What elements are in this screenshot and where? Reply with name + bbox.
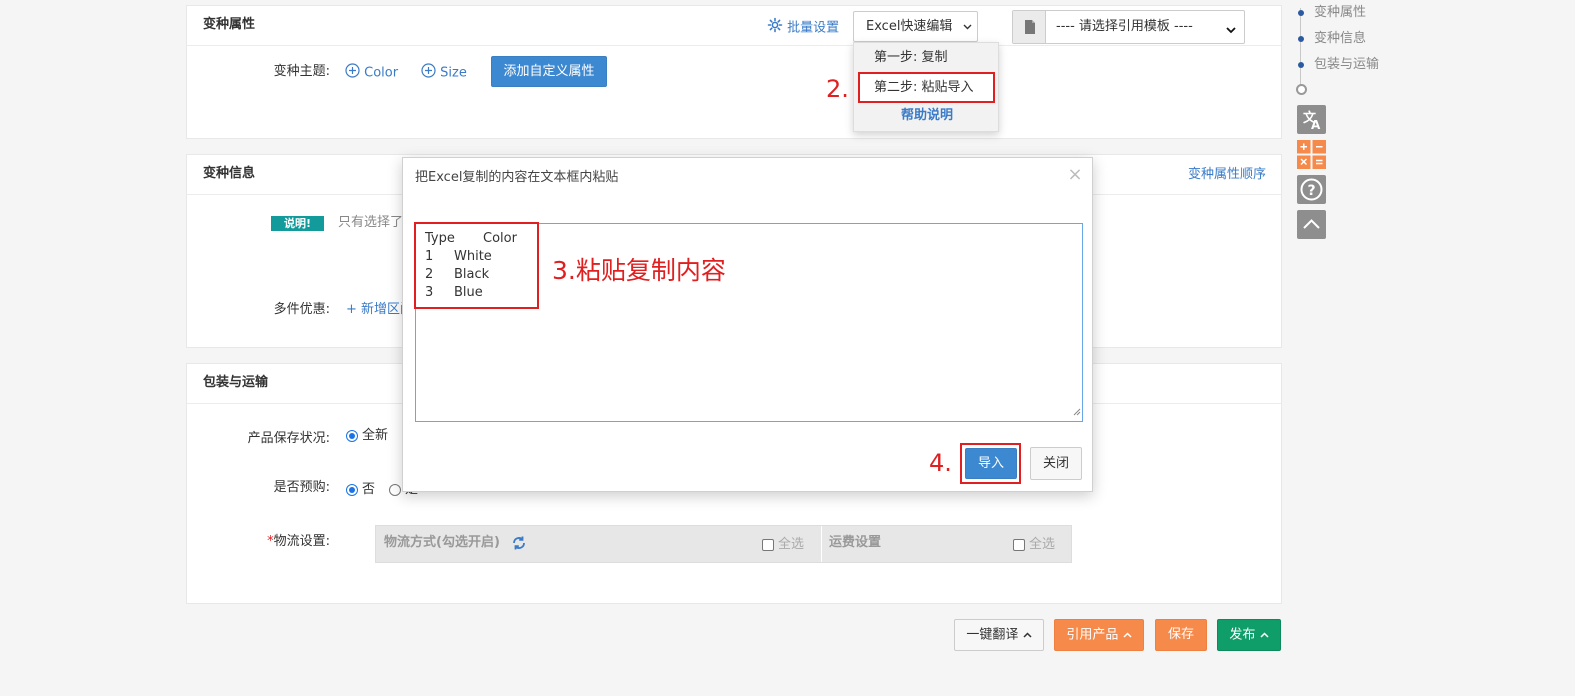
side-nav-dot [1298, 36, 1304, 42]
note-badge: 说明! [271, 216, 324, 231]
calculator-icon [1297, 140, 1326, 173]
svg-text:A: A [1311, 118, 1321, 132]
refresh-icon[interactable] [511, 535, 527, 555]
condition-new-radio[interactable] [346, 430, 358, 442]
select-all-shipping-checkbox[interactable] [1013, 539, 1025, 551]
menu-help-link[interactable]: 帮助说明 [854, 106, 1000, 126]
excel-paste-modal: 把Excel复制的内容在文本框内粘贴 × Type Color 1 White 2B… [402, 157, 1093, 492]
logistics-table-header: 物流方式(勾选开启) 全选 运费设置 全选 [375, 525, 1072, 563]
chevron-up-icon [1023, 620, 1032, 650]
variant-theme-label: 变种主题: [273, 64, 330, 79]
excel-quick-edit-dropdown[interactable]: Excel快速编辑 [853, 11, 978, 42]
logistics-col-shipping: 运费设置 全选 [829, 535, 1056, 552]
plus-circle-icon [345, 63, 360, 84]
help-tool-button[interactable]: ? [1297, 175, 1326, 204]
template-select[interactable]: ---- 请选择引用模板 ---- [1012, 10, 1245, 44]
close-icon[interactable]: × [1066, 166, 1084, 184]
theme-option-color[interactable]: Color [345, 63, 398, 84]
add-custom-attribute-button[interactable]: 添加自定义属性 [491, 56, 607, 87]
pasted-content-highlight [414, 222, 539, 309]
chevron-up-icon [1297, 219, 1326, 243]
preorder-label: 是否预购: [273, 480, 330, 495]
condition-new-label: 全新 [362, 428, 389, 443]
calculator-tool-button[interactable] [1297, 140, 1326, 169]
batch-settings-button[interactable]: 批量设置 [767, 17, 839, 37]
svg-text:?: ? [1307, 183, 1315, 199]
publish-button[interactable]: 发布 [1217, 619, 1281, 651]
question-icon: ? [1297, 178, 1326, 208]
note-text: 只有选择了 [338, 215, 404, 230]
variant-order-link[interactable]: 变种属性顺序 [1188, 165, 1266, 185]
gear-icon [767, 17, 783, 40]
excel-dropdown-menu: 第一步: 复制 第二步: 粘贴导入 帮助说明 [853, 42, 999, 132]
condition-label: 产品保存状况: [247, 431, 330, 446]
side-nav-dot [1298, 10, 1304, 16]
translate-icon: 文A [1297, 110, 1326, 138]
one-click-translate-button[interactable]: 一键翻译 [954, 619, 1044, 651]
annotation-step-4: 4. [929, 449, 952, 477]
chevron-up-icon [1260, 620, 1269, 650]
theme-option-size[interactable]: Size [421, 63, 467, 84]
preorder-no-radio[interactable] [346, 484, 358, 496]
side-nav-line [1300, 8, 1301, 90]
document-icon [1013, 11, 1046, 43]
annotation-step-2: 2. [826, 75, 849, 103]
side-nav-dot [1298, 62, 1304, 68]
annotation-step-3: 3.粘贴复制内容 [552, 256, 726, 285]
side-nav-item-packaging[interactable]: 包装与运输 [1314, 56, 1379, 74]
modal-title: 把Excel复制的内容在文本框内粘贴 [415, 170, 619, 185]
preorder-yes-radio[interactable] [389, 484, 401, 496]
resize-handle-icon[interactable] [1071, 405, 1081, 420]
multi-discount-label: 多件优惠: [273, 302, 330, 317]
side-nav-item-variant-info[interactable]: 变种信息 [1314, 30, 1366, 48]
menu-item-copy[interactable]: 第一步: 复制 [874, 48, 948, 68]
logistics-col-method: 物流方式(勾选开启) 全选 [376, 526, 822, 562]
preorder-no-label: 否 [362, 482, 376, 497]
side-nav-item-variant-attr[interactable]: 变种属性 [1314, 4, 1366, 22]
chevron-down-icon [963, 12, 972, 41]
select-all-method-checkbox[interactable] [762, 539, 774, 551]
plus-circle-icon [421, 63, 436, 84]
quote-product-button[interactable]: 引用产品 [1054, 619, 1144, 651]
chevron-down-icon [1226, 23, 1236, 38]
side-nav-end-circle [1296, 84, 1307, 95]
back-to-top-button[interactable] [1297, 210, 1326, 239]
menu-item-paste-import[interactable]: 第二步: 粘贴导入 [858, 72, 995, 103]
chevron-up-icon [1123, 620, 1132, 650]
logistics-label: *物流设置: [267, 534, 330, 549]
translate-tool-button[interactable]: 文A [1297, 105, 1326, 134]
import-button[interactable]: 导入 [965, 448, 1017, 479]
save-button[interactable]: 保存 [1155, 619, 1207, 651]
close-button[interactable]: 关闭 [1030, 447, 1082, 480]
